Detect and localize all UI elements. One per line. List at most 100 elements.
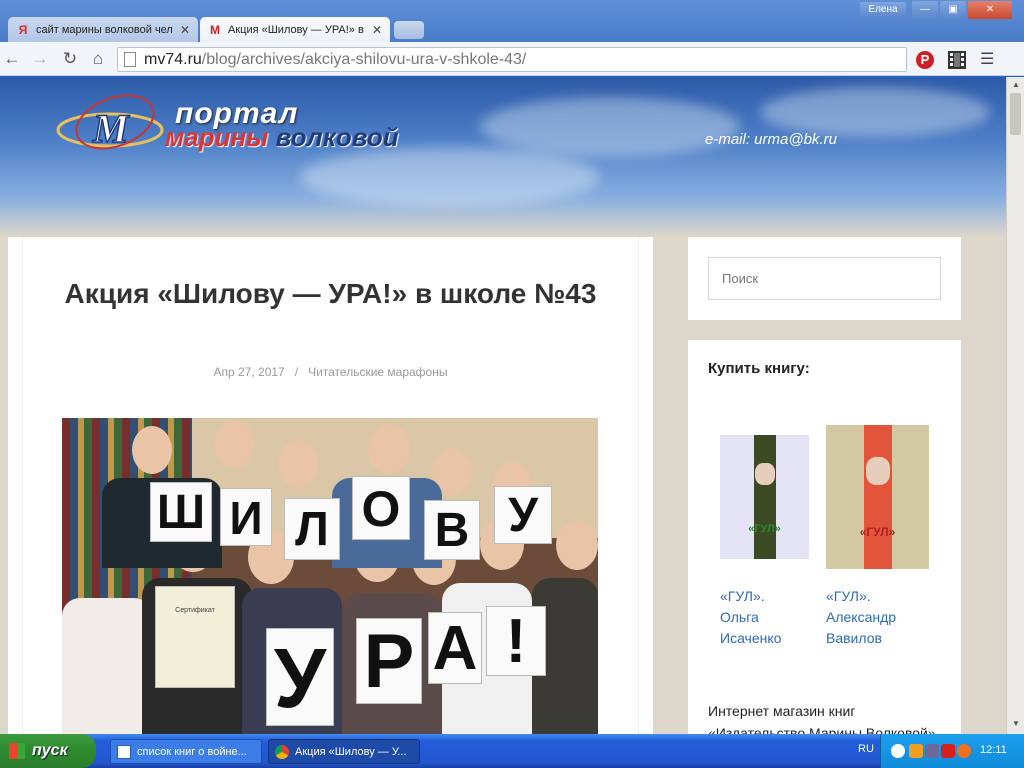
tab-close-icon[interactable]: ✕: [180, 23, 190, 37]
sign-letter: У: [266, 628, 334, 726]
tab-active-page[interactable]: M Акция «Шилову — УРА!» в ✕: [200, 17, 390, 42]
home-icon[interactable]: ⌂: [88, 49, 108, 69]
url-host: mv74.ru: [144, 51, 202, 68]
start-button[interactable]: пуск: [0, 734, 96, 768]
scroll-down-icon[interactable]: ▼: [1010, 718, 1022, 730]
chrome-icon: [275, 745, 289, 759]
sign-letter: Р: [356, 618, 422, 704]
taskbar-item-label: список книг о войне...: [137, 746, 247, 758]
sign-letter: Л: [284, 498, 340, 560]
mail-tray-icon[interactable]: [957, 744, 971, 758]
photo-person: [278, 440, 318, 488]
header-cloud: [760, 87, 990, 137]
header-email[interactable]: e-mail: urma@bk.ru: [705, 131, 837, 148]
book-cover-vavilov[interactable]: «ГУЛ»: [826, 425, 929, 569]
window-close-button[interactable]: ✕: [968, 1, 1012, 19]
book-cover-isachenko[interactable]: «ГУЛ»: [720, 435, 809, 559]
tab-title: сайт марины волковой чел: [36, 23, 173, 36]
header-cloud: [480, 97, 740, 157]
photo-person: [214, 420, 254, 468]
windows-flag-icon: [9, 743, 25, 759]
shop-text-line2: «Издательство Марины Волковой»: [708, 725, 936, 734]
sign-letter: И: [220, 488, 272, 546]
taskbar-item-label: Акция «Шилову — У...: [295, 746, 407, 758]
cover-portrait: [866, 457, 890, 485]
sign-letter: А: [428, 612, 482, 684]
tab-close-icon[interactable]: ✕: [372, 23, 382, 37]
back-arrow-tray-icon[interactable]: [891, 744, 905, 758]
menu-hamburger-icon[interactable]: ☰: [980, 52, 996, 68]
url-path: /blog/archives/akciya-shilovu-ura-v-shko…: [201, 51, 527, 68]
post-meta: Апр 27, 2017 / Читательские марафоны: [48, 365, 613, 379]
maximize-button[interactable]: ▣: [940, 1, 966, 19]
page-viewport: M портал марины волковой e-mail: urma@bk…: [0, 77, 1006, 734]
minimize-button[interactable]: —: [912, 1, 938, 19]
antivirus-tray-icon[interactable]: [941, 744, 955, 758]
post-card: Акция «Шилову — УРА!» в школе №43 Апр 27…: [8, 237, 653, 734]
forward-arrow-icon[interactable]: →: [30, 49, 50, 69]
cover-label: «ГУЛ»: [859, 525, 896, 539]
scroll-thumb[interactable]: [1010, 93, 1021, 135]
shield-tray-icon[interactable]: [909, 744, 923, 758]
back-arrow-icon[interactable]: ←: [2, 49, 22, 69]
logo-name-first: марины: [165, 122, 269, 152]
browser-toolbar: ← → ↻ ⌂ mv74.ru/blog/archives/akciya-shi…: [0, 42, 1024, 76]
sign-letter: О: [352, 476, 410, 540]
language-indicator[interactable]: RU: [858, 743, 874, 755]
cover-stripe: [754, 435, 776, 559]
tab-yandex[interactable]: Я сайт марины волковой чел ✕: [8, 17, 198, 42]
film-extension-icon[interactable]: [948, 51, 966, 69]
network-tray-icon[interactable]: [925, 744, 939, 758]
site-logo-icon[interactable]: M: [55, 92, 165, 162]
os-taskbar: пуск список книг о войне... Акция «Шилов…: [0, 734, 1024, 768]
page-scrollbar[interactable]: ▲ ▼: [1006, 77, 1024, 734]
profile-badge[interactable]: Елена: [860, 2, 906, 18]
address-bar[interactable]: mv74.ru/blog/archives/akciya-shilovu-ura…: [117, 47, 907, 72]
taskbar-item-chrome[interactable]: Акция «Шилову — У...: [268, 739, 420, 764]
taskbar-item-word[interactable]: список книг о войне...: [110, 739, 262, 764]
page-icon: [124, 52, 136, 67]
sign-letter: У: [494, 486, 552, 544]
shop-text: Интернет магазин книг: [708, 703, 856, 719]
sign-letter: В: [424, 500, 480, 560]
reload-icon[interactable]: ↻: [60, 49, 80, 69]
logo-name-last: волковой: [268, 122, 399, 152]
book-link-vavilov[interactable]: «ГУЛ». Александр Вавилов: [826, 586, 926, 649]
cover-stripe: [864, 425, 892, 569]
book-link-line: «ГУЛ».: [826, 588, 871, 604]
photo-person: [368, 424, 410, 474]
photo-person: [132, 426, 172, 474]
post-category-link[interactable]: Читательские марафоны: [308, 365, 447, 379]
yandex-favicon-icon: Я: [18, 22, 28, 37]
sign-letter: Ш: [150, 482, 212, 542]
search-input[interactable]: [708, 257, 941, 300]
book-link-line: Ольга: [720, 609, 759, 625]
new-tab-button[interactable]: [394, 21, 424, 39]
pinterest-extension-icon[interactable]: P: [916, 51, 934, 69]
post-title: Акция «Шилову — УРА!» в школе №43: [64, 278, 597, 309]
scroll-up-icon[interactable]: ▲: [1010, 79, 1022, 91]
system-clock[interactable]: 12:11: [980, 744, 1007, 756]
post-photo[interactable]: Ш И Л О В У Сертификат У Р А !: [62, 418, 598, 734]
cover-portrait: [755, 463, 775, 485]
header-cloud: [300, 147, 600, 207]
photo-person: [556, 520, 598, 570]
book-link-line: Александр: [826, 609, 897, 625]
document-icon: [117, 745, 131, 759]
meta-separator: /: [294, 365, 299, 379]
post-date: Апр 27, 2017: [213, 365, 285, 379]
search-widget: [688, 237, 961, 320]
book-link-line: Вавилов: [826, 630, 882, 646]
sign-letter: !: [486, 606, 546, 676]
start-label: пуск: [32, 742, 68, 759]
photo-clothing: [62, 598, 152, 734]
cover-label: «ГУЛ»: [748, 523, 781, 535]
site-header: M портал марины волковой e-mail: urma@bk…: [0, 77, 1006, 237]
logo-text-name: марины волковой: [165, 122, 399, 153]
browser-titlebar: Я сайт марины волковой чел ✕ M Акция «Ши…: [0, 0, 1024, 42]
site-favicon-icon: M: [210, 22, 220, 37]
books-widget-title: Купить книгу:: [708, 360, 810, 377]
book-link-isachenko[interactable]: «ГУЛ». Ольга Исаченко: [720, 586, 810, 649]
tab-title: Акция «Шилову — УРА!» в: [228, 23, 364, 36]
book-link-line: Исаченко: [720, 630, 782, 646]
